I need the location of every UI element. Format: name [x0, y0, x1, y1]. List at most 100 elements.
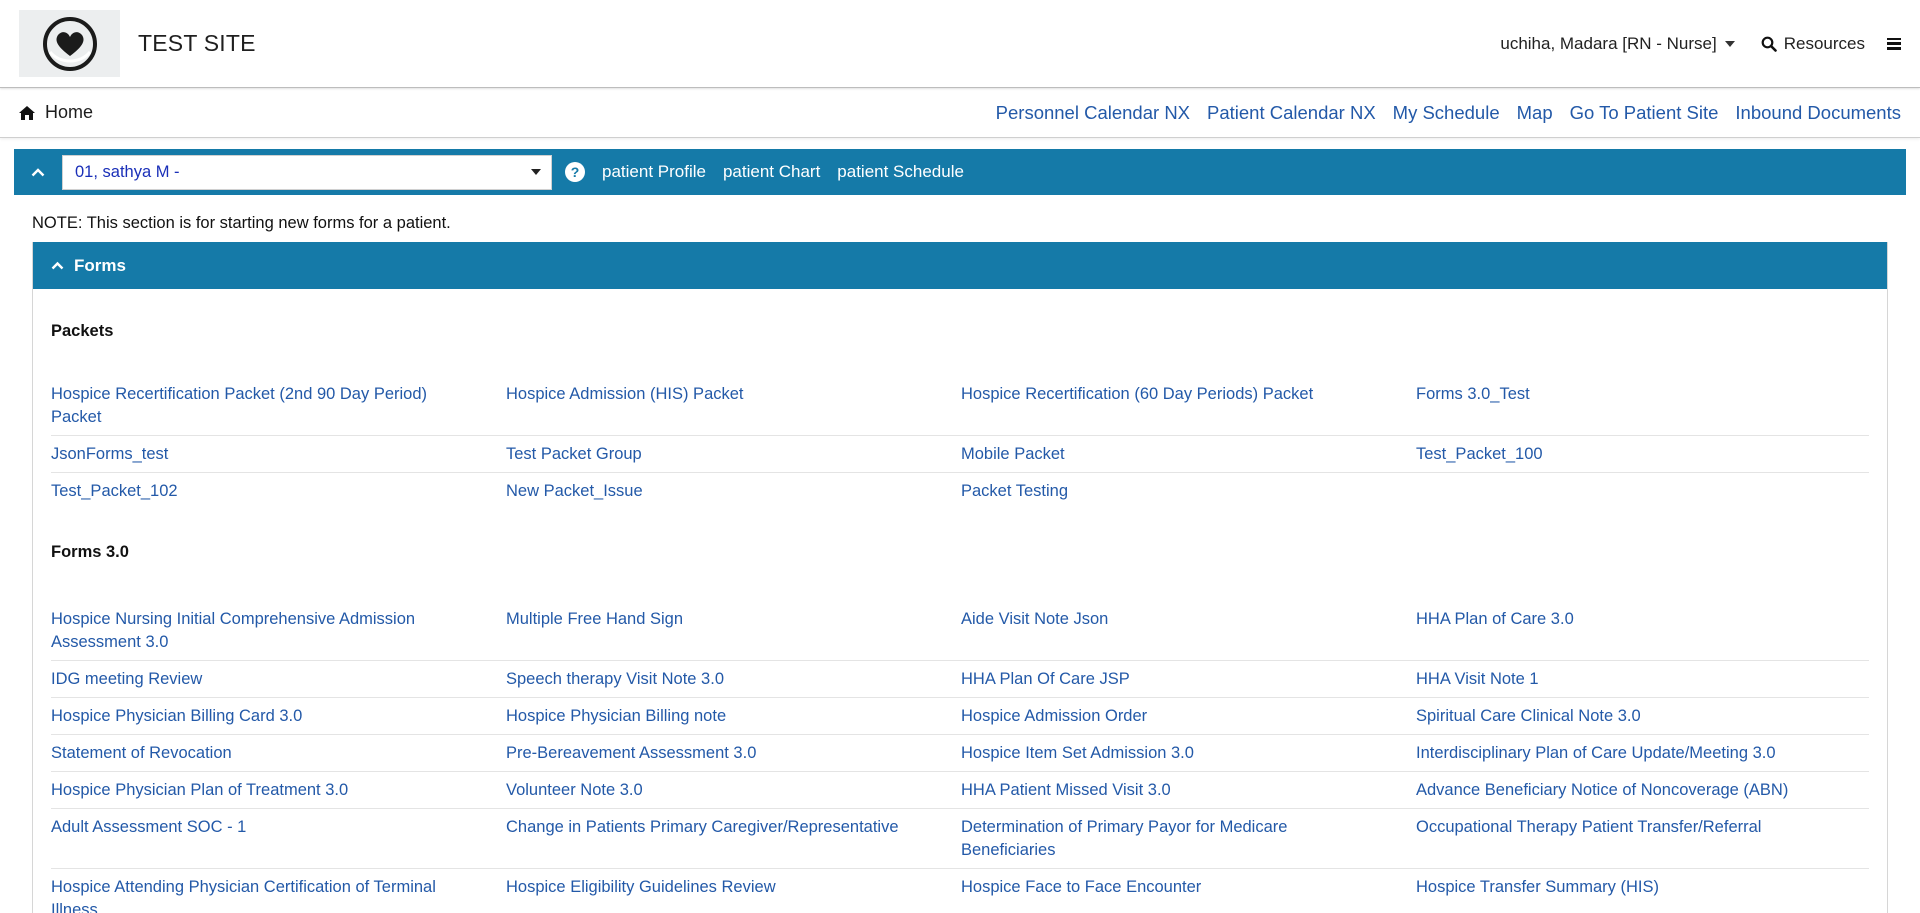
form-grid-cell: Hospice Physician Billing note — [506, 698, 961, 735]
nav-link-my-schedule[interactable]: My Schedule — [1393, 102, 1500, 124]
user-menu[interactable]: uchiha, Madara [RN - Nurse] — [1500, 33, 1735, 54]
form-grid-cell: Packet Testing — [961, 473, 1416, 509]
form-grid-cell: Hospice Admission Order — [961, 698, 1416, 735]
form-link[interactable]: Speech therapy Visit Note 3.0 — [506, 668, 961, 691]
form-link[interactable]: IDG meeting Review — [51, 668, 506, 691]
patient-select[interactable]: 01, sathya M - — [62, 154, 552, 190]
nav-link-go-to-patient-site[interactable]: Go To Patient Site — [1570, 102, 1719, 124]
form-link[interactable]: Hospice Admission Order — [961, 705, 1416, 728]
site-logo[interactable] — [19, 10, 120, 77]
forms-panel-header[interactable]: Forms — [33, 242, 1887, 289]
form-link[interactable]: HHA Patient Missed Visit 3.0 — [961, 779, 1416, 802]
form-grid-cell: HHA Plan Of Care JSP — [961, 661, 1416, 698]
nav-link-personnel-calendar[interactable]: Personnel Calendar NX — [996, 102, 1190, 124]
form-link[interactable]: Hospice Physician Billing Card 3.0 — [51, 705, 506, 728]
form-link[interactable]: Multiple Free Hand Sign — [506, 608, 961, 631]
form-grid-cell: Statement of Revocation — [51, 735, 506, 772]
form-grid-cell: Adult Assessment SOC - 1 — [51, 809, 506, 869]
form-link[interactable]: Adult Assessment SOC - 1 — [51, 816, 506, 839]
section-note: NOTE: This section is for starting new f… — [32, 214, 451, 232]
resources-label: Resources — [1783, 33, 1865, 53]
form-grid-cell: Aide Visit Note Json — [961, 601, 1416, 661]
form-link[interactable]: Spiritual Care Clinical Note 3.0 — [1416, 705, 1869, 728]
packet-link[interactable]: New Packet_Issue — [506, 480, 961, 503]
form-link[interactable]: Change in Patients Primary Caregiver/Rep… — [506, 816, 961, 839]
packet-link[interactable]: Test_Packet_102 — [51, 480, 506, 503]
form-link[interactable]: HHA Visit Note 1 — [1416, 668, 1869, 691]
packet-link[interactable]: JsonForms_test — [51, 443, 506, 466]
home-label: Home — [45, 102, 94, 122]
caret-down-icon — [1724, 40, 1735, 47]
nav-link-patient-calendar[interactable]: Patient Calendar NX — [1207, 102, 1376, 124]
selected-patient: 01, sathya M - — [75, 162, 180, 181]
patient-profile-link[interactable]: patient Profile — [602, 162, 706, 182]
form-link[interactable]: Advance Beneficiary Notice of Noncoverag… — [1416, 779, 1869, 802]
caret-down-icon — [531, 169, 541, 175]
heart-logo-icon — [42, 16, 97, 71]
patient-chart-link[interactable]: patient Chart — [723, 162, 820, 182]
resources-button[interactable]: Resources — [1761, 34, 1865, 54]
nav-link-inbound-documents[interactable]: Inbound Documents — [1735, 102, 1901, 124]
packets-title: Packets — [51, 322, 114, 340]
packet-link[interactable]: Hospice Admission (HIS) Packet — [506, 383, 961, 406]
packet-link[interactable]: Hospice Recertification (60 Day Periods)… — [961, 383, 1416, 406]
nav-link-map[interactable]: Map — [1517, 102, 1553, 124]
form-link[interactable]: Interdisciplinary Plan of Care Update/Me… — [1416, 742, 1869, 765]
form-link[interactable]: Hospice Face to Face Encounter — [961, 876, 1416, 899]
patient-schedule-link[interactable]: patient Schedule — [837, 162, 964, 182]
form-link[interactable]: Pre-Bereavement Assessment 3.0 — [506, 742, 961, 765]
form-link[interactable]: HHA Plan of Care 3.0 — [1416, 608, 1869, 631]
packet-link[interactable]: Test_Packet_100 — [1416, 443, 1869, 466]
form-grid-cell: Hospice Physician Billing Card 3.0 — [51, 698, 506, 735]
form-link[interactable]: Determination of Primary Payor for Medic… — [961, 816, 1416, 862]
form-link[interactable]: Volunteer Note 3.0 — [506, 779, 961, 802]
home-link[interactable]: Home — [19, 102, 93, 123]
form-grid-cell: Determination of Primary Payor for Medic… — [961, 809, 1416, 869]
packet-link[interactable]: Forms 3.0_Test — [1416, 383, 1869, 406]
form-grid-cell: Hospice Admission (HIS) Packet — [506, 376, 961, 436]
form-link[interactable]: Occupational Therapy Patient Transfer/Re… — [1416, 816, 1869, 839]
chevron-up-icon — [51, 261, 64, 270]
form-link[interactable]: Hospice Eligibility Guidelines Review — [506, 876, 961, 899]
form-link[interactable]: Statement of Revocation — [51, 742, 506, 765]
forms30-grid: Hospice Nursing Initial Comprehensive Ad… — [51, 601, 1869, 913]
patient-bar: 01, sathya M - ? patient Profile patient… — [14, 149, 1906, 195]
form-link[interactable]: Hospice Physician Plan of Treatment 3.0 — [51, 779, 506, 802]
form-grid-cell: New Packet_Issue — [506, 473, 961, 509]
help-icon[interactable]: ? — [565, 162, 585, 182]
form-grid-cell: HHA Plan of Care 3.0 — [1416, 601, 1869, 661]
form-grid-cell: Pre-Bereavement Assessment 3.0 — [506, 735, 961, 772]
form-grid-cell: Hospice Recertification Packet (2nd 90 D… — [51, 376, 506, 436]
form-grid-cell: Hospice Attending Physician Certificatio… — [51, 869, 506, 913]
form-grid-cell: Volunteer Note 3.0 — [506, 772, 961, 809]
packet-link[interactable]: Hospice Recertification Packet (2nd 90 D… — [51, 383, 506, 429]
main-content: NOTE: This section is for starting new f… — [14, 195, 1906, 913]
top-header: TEST SITE uchiha, Madara [RN - Nurse] Re… — [0, 0, 1920, 88]
form-link[interactable]: Hospice Attending Physician Certificatio… — [51, 876, 506, 913]
form-link[interactable]: Hospice Physician Billing note — [506, 705, 961, 728]
packet-link[interactable]: Mobile Packet — [961, 443, 1416, 466]
form-link[interactable]: Hospice Item Set Admission 3.0 — [961, 742, 1416, 765]
forms-panel-body: Packets Hospice Recertification Packet (… — [33, 289, 1887, 913]
collapse-patient-bar-button[interactable] — [14, 149, 62, 195]
form-grid-cell: Hospice Nursing Initial Comprehensive Ad… — [51, 601, 506, 661]
packet-link[interactable]: Test Packet Group — [506, 443, 961, 466]
forms-panel: Forms Packets Hospice Recertification Pa… — [32, 242, 1888, 913]
form-grid-cell: HHA Visit Note 1 — [1416, 661, 1869, 698]
user-name: uchiha, Madara [RN - Nurse] — [1500, 33, 1717, 53]
form-link[interactable]: HHA Plan Of Care JSP — [961, 668, 1416, 691]
home-icon — [19, 105, 35, 120]
form-grid-cell: Test Packet Group — [506, 436, 961, 473]
form-grid-cell: Test_Packet_102 — [51, 473, 506, 509]
form-link[interactable]: Hospice Nursing Initial Comprehensive Ad… — [51, 608, 506, 654]
form-grid-cell: Forms 3.0_Test — [1416, 376, 1869, 436]
form-grid-cell: Hospice Eligibility Guidelines Review — [506, 869, 961, 913]
form-grid-cell: Hospice Recertification (60 Day Periods)… — [961, 376, 1416, 436]
hamburger-menu-icon[interactable] — [1887, 37, 1901, 50]
form-link[interactable]: Aide Visit Note Json — [961, 608, 1416, 631]
form-grid-cell: HHA Patient Missed Visit 3.0 — [961, 772, 1416, 809]
form-grid-cell: Advance Beneficiary Notice of Noncoverag… — [1416, 772, 1869, 809]
form-grid-cell: JsonForms_test — [51, 436, 506, 473]
packet-link[interactable]: Packet Testing — [961, 480, 1416, 503]
form-link[interactable]: Hospice Transfer Summary (HIS) — [1416, 876, 1869, 899]
